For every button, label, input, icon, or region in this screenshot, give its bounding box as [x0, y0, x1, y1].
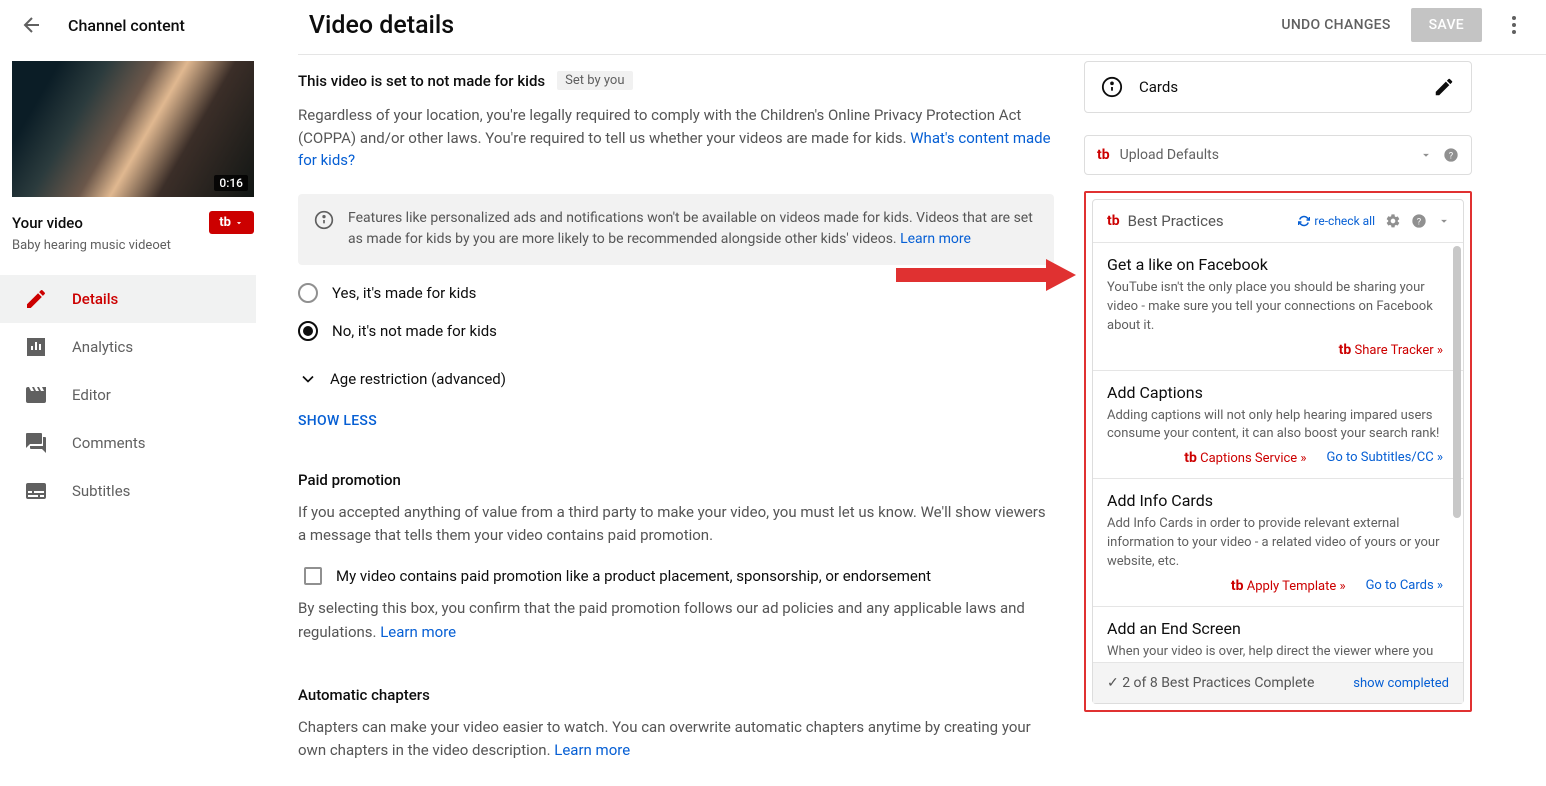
subtitles-icon [24, 479, 48, 503]
kids-description: Regardless of your location, you're lega… [298, 104, 1054, 172]
back-button[interactable] [20, 13, 44, 37]
captions-service-link[interactable]: tb Captions Service » [1184, 450, 1306, 466]
comments-icon [24, 431, 48, 455]
nav-item-label: Editor [72, 386, 111, 404]
save-button[interactable]: SAVE [1411, 8, 1482, 42]
bp-item-info-cards: Add Info Cards Add Info Cards in order t… [1093, 478, 1463, 606]
bp-item-facebook: Get a like on Facebook YouTube isn't the… [1093, 242, 1463, 370]
chevron-down-icon [1419, 148, 1433, 162]
radio-icon [298, 321, 318, 341]
tubebuddy-badge[interactable]: tb [209, 211, 254, 234]
recheck-all-button[interactable]: re-check all [1298, 214, 1375, 228]
pencil-icon [24, 287, 48, 311]
channel-content-label: Channel content [68, 16, 185, 35]
nav-item-label: Analytics [72, 338, 133, 356]
video-title-label: Baby hearing music videoet [12, 238, 268, 253]
more-menu-button[interactable] [1502, 13, 1526, 37]
scrollbar[interactable] [1453, 246, 1461, 518]
set-by-badge: Set by you [557, 71, 632, 90]
auto-learn-more-link[interactable]: Learn more [554, 741, 630, 759]
page-title: Video details [309, 11, 454, 40]
video-thumbnail[interactable]: 0:16 [12, 61, 254, 197]
editor-icon [24, 383, 48, 407]
help-icon[interactable]: ? [1443, 147, 1459, 163]
bp-item-captions: Add Captions Adding captions will not on… [1093, 370, 1463, 479]
svg-text:?: ? [1449, 150, 1454, 161]
nav-analytics[interactable]: Analytics [0, 323, 256, 371]
best-practices-title: Best Practices [1128, 212, 1224, 230]
undo-changes-button[interactable]: UNDO CHANGES [1281, 17, 1390, 33]
annotation-arrow-icon [896, 255, 1076, 295]
upload-defaults-dropdown[interactable]: tb Upload Defaults ? [1084, 135, 1472, 175]
svg-text:?: ? [1417, 216, 1422, 227]
nav-item-label: Details [72, 290, 118, 308]
nav-editor[interactable]: Editor [0, 371, 256, 419]
go-to-cards-link[interactable]: Go to Cards » [1366, 578, 1443, 594]
cards-panel-button[interactable]: Cards [1084, 61, 1472, 113]
radio-icon [298, 283, 318, 303]
checkbox-icon [304, 567, 322, 585]
nav-subtitles[interactable]: Subtitles [0, 467, 256, 515]
info-icon [314, 208, 334, 251]
help-icon[interactable]: ? [1411, 213, 1427, 229]
pencil-icon [1433, 76, 1455, 98]
tubebuddy-icon: tb [1097, 147, 1110, 163]
nav-item-label: Comments [72, 434, 146, 452]
kids-heading-row: This video is set to not made for kids S… [298, 71, 1054, 90]
show-completed-button[interactable]: show completed [1353, 676, 1449, 691]
nav-details[interactable]: Details [0, 275, 256, 323]
paid-promotion-text: If you accepted anything of value from a… [298, 501, 1054, 548]
video-duration: 0:16 [214, 175, 248, 191]
paid-learn-more-link[interactable]: Learn more [380, 623, 456, 641]
bp-footer: ✓ 2 of 8 Best Practices Complete show co… [1093, 662, 1463, 703]
go-to-subtitles-link[interactable]: Go to Subtitles/CC » [1327, 450, 1443, 466]
auto-chapters-heading: Automatic chapters [298, 686, 1054, 704]
paid-confirm-text: By selecting this box, you confirm that … [298, 597, 1054, 644]
nav-comments[interactable]: Comments [0, 419, 256, 467]
gear-icon[interactable] [1385, 213, 1401, 229]
radio-no-not-made-for-kids[interactable]: No, it's not made for kids [298, 321, 1054, 341]
show-less-button[interactable]: SHOW LESS [298, 413, 1054, 429]
share-tracker-link[interactable]: tb Share Tracker » [1339, 342, 1443, 358]
apply-template-link[interactable]: tb Apply Template » [1231, 578, 1346, 594]
analytics-icon [24, 335, 48, 359]
info-icon [1101, 76, 1123, 98]
bp-item-end-screen: Add an End Screen When your video is ove… [1093, 606, 1463, 662]
paid-promotion-checkbox[interactable]: My video contains paid promotion like a … [298, 567, 1054, 585]
auto-chapters-text: Chapters can make your video easier to w… [298, 716, 1054, 763]
your-video-label: Your video [12, 214, 83, 232]
paid-promotion-heading: Paid promotion [298, 471, 1054, 489]
age-restriction-toggle[interactable]: Age restriction (advanced) [298, 369, 1054, 389]
info-learn-more-link[interactable]: Learn more [900, 231, 971, 247]
nav-item-label: Subtitles [72, 482, 130, 500]
chevron-down-icon[interactable] [1437, 214, 1451, 228]
cards-label: Cards [1139, 78, 1178, 96]
tubebuddy-icon: tb [1107, 213, 1120, 229]
